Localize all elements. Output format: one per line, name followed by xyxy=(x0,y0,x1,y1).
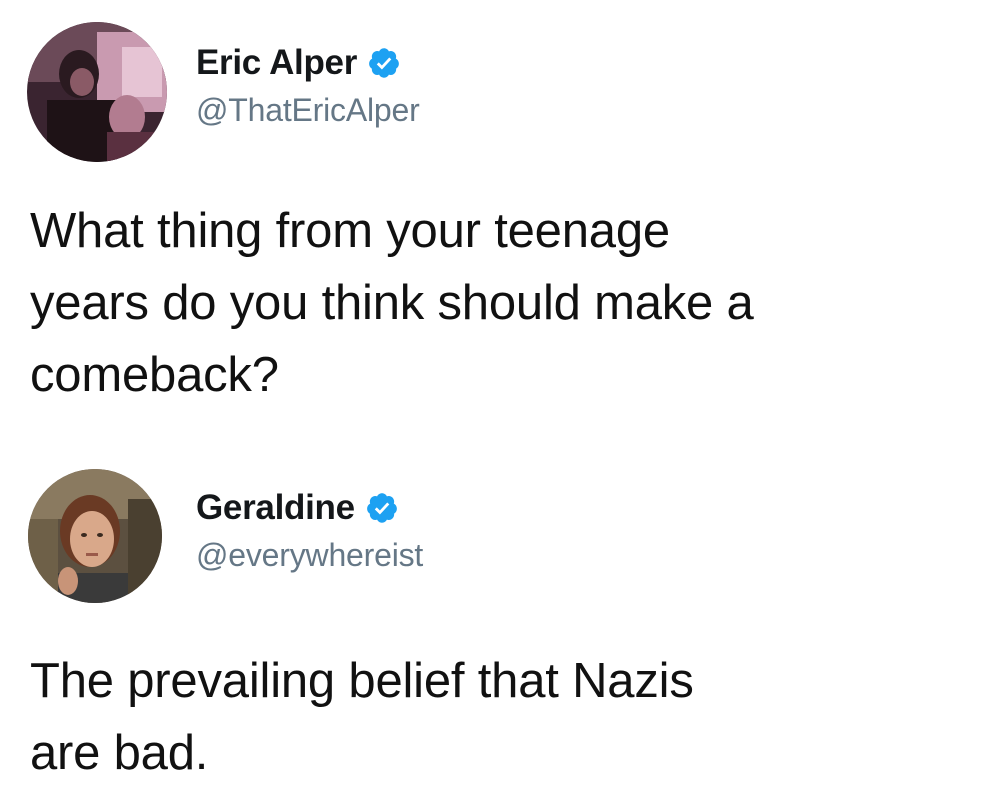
tweet-text: What thing from your teenage years do yo… xyxy=(30,195,970,411)
name-row: Geraldine xyxy=(196,485,423,531)
tweet-text-line: What thing from your teenage xyxy=(30,204,670,258)
user-info: Eric Alper @ThatEricAlper xyxy=(196,40,420,129)
profile-photo-icon xyxy=(28,469,162,603)
handle[interactable]: @everywhereist xyxy=(196,537,423,574)
original-tweet: Eric Alper @ThatEricAlper What thing fro… xyxy=(0,0,996,445)
tweet-text-line: are bad. xyxy=(30,726,209,780)
handle[interactable]: @ThatEricAlper xyxy=(196,92,420,129)
tweet-screenshot: Eric Alper @ThatEricAlper What thing fro… xyxy=(0,0,996,795)
verified-badge-icon xyxy=(369,48,399,78)
user-info: Geraldine @everywhereist xyxy=(196,485,423,574)
avatar-eric-alper[interactable] xyxy=(27,22,167,162)
display-name[interactable]: Eric Alper xyxy=(196,43,357,83)
profile-photo-icon xyxy=(27,22,167,162)
tweet-text-line: years do you think should make a xyxy=(30,276,754,330)
display-name[interactable]: Geraldine xyxy=(196,488,355,528)
avatar-geraldine[interactable] xyxy=(28,469,162,603)
verified-badge-icon xyxy=(366,493,397,523)
tweet-text-line: comeback? xyxy=(30,348,279,402)
tweet-text-line: The prevailing belief that Nazis xyxy=(30,654,694,708)
reply-tweet: Geraldine @everywhereist The prevailing … xyxy=(0,455,996,795)
name-row: Eric Alper xyxy=(196,40,420,86)
tweet-text: The prevailing belief that Nazis are bad… xyxy=(30,645,970,789)
